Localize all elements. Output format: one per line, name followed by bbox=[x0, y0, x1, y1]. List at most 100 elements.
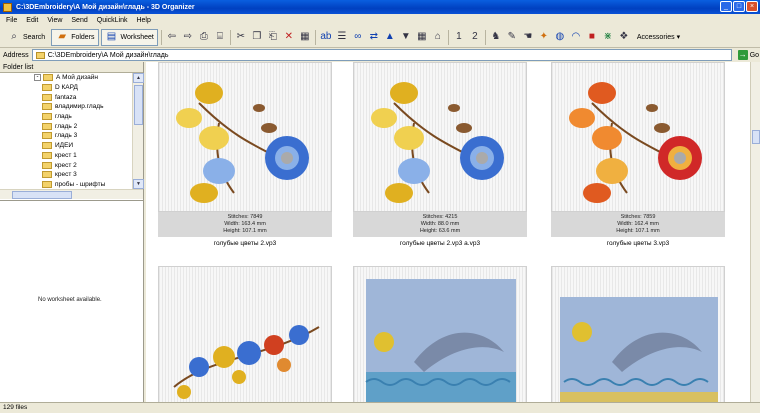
rename-icon[interactable]: ab bbox=[319, 30, 333, 44]
print-icon[interactable]: ⎙ bbox=[197, 30, 211, 44]
tag-icon[interactable]: ⌂ bbox=[431, 30, 445, 44]
design-stat-width: Width: 162.4 mm bbox=[617, 221, 659, 227]
folder-tree-label: fantaza bbox=[55, 93, 77, 101]
folder-tree-item[interactable]: пробы - шрифты bbox=[0, 180, 132, 189]
design-thumbnail[interactable] bbox=[353, 266, 527, 402]
grid-scrollbar[interactable] bbox=[750, 62, 760, 402]
tree-expander-icon[interactable]: - bbox=[34, 74, 41, 82]
design-stat-stitches: Stitches: 7859 bbox=[620, 214, 656, 220]
folder-tree-item[interactable]: гладь 2 bbox=[0, 121, 132, 131]
chevron-down-icon: ▾ bbox=[676, 34, 681, 41]
toolbar-separator bbox=[447, 29, 449, 45]
properties-icon[interactable]: ▦ bbox=[298, 30, 312, 44]
link-icon[interactable]: ∞ bbox=[351, 30, 365, 44]
folders-button[interactable]: ▰ Folders bbox=[51, 28, 99, 46]
folder-tree-label: гладь 2 bbox=[55, 122, 78, 130]
worksheet-empty-message: No worksheet available. bbox=[38, 297, 102, 303]
folder-tree-item[interactable]: гладь 3 bbox=[0, 131, 132, 141]
back-icon[interactable]: ⇦ bbox=[165, 30, 179, 44]
design-stat-width: Width: 163.4 mm bbox=[224, 221, 266, 227]
scroll-thumb[interactable] bbox=[134, 85, 143, 125]
menu-help[interactable]: Help bbox=[136, 17, 150, 24]
folder-icon bbox=[43, 74, 53, 82]
folder-tree-item[interactable]: - А Мой дизайн bbox=[0, 73, 132, 83]
design-thumbnail[interactable]: Stitches: 7859 Width: 162.4 mm Height: 107… bbox=[551, 62, 725, 247]
lace-icon[interactable]: ❖ bbox=[617, 30, 631, 44]
design-thumbnail[interactable]: Stitches: 4215 Width: 88.0 mm Height: 63.6… bbox=[353, 62, 527, 247]
accessories-button[interactable]: Accessories ▾ bbox=[633, 29, 684, 46]
paste-icon[interactable]: ⎗ bbox=[266, 30, 280, 44]
hand-icon[interactable]: ☚ bbox=[521, 30, 535, 44]
search-button[interactable]: ⌕ Search bbox=[3, 29, 49, 46]
two-icon[interactable]: 2 bbox=[468, 30, 482, 44]
thumbnail-grid: Stitches: 7849 Width: 163.4 mm Height: 107… bbox=[146, 62, 750, 402]
folder-list-header: Folder list bbox=[0, 62, 143, 73]
copy-icon[interactable]: ❐ bbox=[250, 30, 264, 44]
toolbar-separator bbox=[229, 29, 231, 45]
folder-tree-item[interactable]: fantaza bbox=[0, 92, 132, 102]
view-list-icon[interactable]: ☰ bbox=[335, 30, 349, 44]
hscroll-thumb[interactable] bbox=[12, 191, 72, 199]
design-thumbnail[interactable] bbox=[551, 266, 725, 402]
close-button[interactable]: × bbox=[746, 1, 758, 12]
folder-tree-item[interactable]: крест 3 bbox=[0, 170, 132, 180]
menu-quicklink[interactable]: QuickLink bbox=[97, 17, 128, 24]
toolbar-separator bbox=[484, 29, 486, 45]
menu-bar: File Edit View Send QuickLink Help bbox=[0, 14, 760, 27]
design-preview-image bbox=[551, 62, 725, 212]
menu-view[interactable]: View bbox=[47, 17, 62, 24]
folder-tree-item[interactable]: ИДЕИ bbox=[0, 141, 132, 151]
delete-icon[interactable]: ✕ bbox=[282, 30, 296, 44]
scroll-down-icon[interactable]: ▼ bbox=[133, 179, 144, 189]
design-thumbnail[interactable] bbox=[158, 266, 332, 402]
down-triangle-icon[interactable]: ▼ bbox=[399, 30, 413, 44]
menu-send[interactable]: Send bbox=[71, 17, 87, 24]
scroll-thumb[interactable] bbox=[752, 130, 760, 144]
design-stats: Stitches: 4215 Width: 88.0 mm Height: 63.6… bbox=[353, 212, 527, 237]
menu-edit[interactable]: Edit bbox=[26, 17, 38, 24]
folder-tree-item[interactable]: крест 1 bbox=[0, 151, 132, 161]
folder-tree-scrollbar[interactable]: ▲ ▼ bbox=[132, 73, 144, 189]
app-icon bbox=[3, 2, 12, 12]
cross-stitch-icon[interactable]: ⋇ bbox=[601, 30, 615, 44]
menu-file[interactable]: File bbox=[6, 17, 17, 24]
cut-icon[interactable]: ✂ bbox=[234, 30, 248, 44]
folder-tree-item[interactable]: владимир.гладь bbox=[0, 102, 132, 112]
maximize-button[interactable]: □ bbox=[733, 1, 745, 12]
folder-tree-item[interactable]: гладь bbox=[0, 112, 132, 122]
print-preview-icon[interactable]: ⌸ bbox=[213, 30, 227, 44]
gift-icon[interactable]: ■ bbox=[585, 30, 599, 44]
folder-tree-item[interactable]: D КАРД bbox=[0, 83, 132, 93]
address-bar: Address C:\3DEmbroidery\А Мой дизайн\гла… bbox=[0, 48, 760, 62]
folder-tree-item[interactable]: крест 2 bbox=[0, 160, 132, 170]
minimize-button[interactable]: _ bbox=[720, 1, 732, 12]
cat-icon[interactable]: ♞ bbox=[489, 30, 503, 44]
forward-icon[interactable]: ⇨ bbox=[181, 30, 195, 44]
convert-icon[interactable]: ⇄ bbox=[367, 30, 381, 44]
rainbow-icon[interactable]: ◠ bbox=[569, 30, 583, 44]
folder-tree-label: гладь bbox=[55, 113, 72, 121]
folder-tree-hscrollbar[interactable] bbox=[0, 189, 143, 199]
folder-icon: ▰ bbox=[58, 31, 67, 42]
window-controls: _ □ × bbox=[720, 1, 758, 12]
folder-icon bbox=[42, 103, 52, 111]
grid-view-icon[interactable]: ▦ bbox=[415, 30, 429, 44]
design-preview-image bbox=[158, 266, 332, 402]
up-triangle-icon[interactable]: ▲ bbox=[383, 30, 397, 44]
design-preview-image bbox=[353, 62, 527, 212]
folder-icon bbox=[42, 113, 52, 121]
worksheet-button[interactable]: ▤ Worksheet bbox=[100, 28, 158, 46]
folder-icon bbox=[42, 161, 52, 169]
address-input[interactable]: C:\3DEmbroidery\А Мой дизайн\гладь bbox=[31, 49, 732, 61]
design-thumbnail[interactable]: Stitches: 7849 Width: 163.4 mm Height: 107… bbox=[158, 62, 332, 247]
go-button[interactable]: → Go bbox=[737, 50, 759, 60]
folder-tree-label: D КАРД bbox=[55, 84, 78, 92]
tools-icon[interactable]: ✎ bbox=[505, 30, 519, 44]
magic-icon[interactable]: ✦ bbox=[537, 30, 551, 44]
globe-icon[interactable]: ◍ bbox=[553, 30, 567, 44]
folder-icon bbox=[42, 122, 52, 130]
scroll-up-icon[interactable]: ▲ bbox=[133, 73, 144, 83]
design-stat-width: Width: 88.0 mm bbox=[420, 221, 460, 227]
folder-tree-label: крест 2 bbox=[55, 161, 77, 169]
one-to-one-icon[interactable]: 1 bbox=[452, 30, 466, 44]
